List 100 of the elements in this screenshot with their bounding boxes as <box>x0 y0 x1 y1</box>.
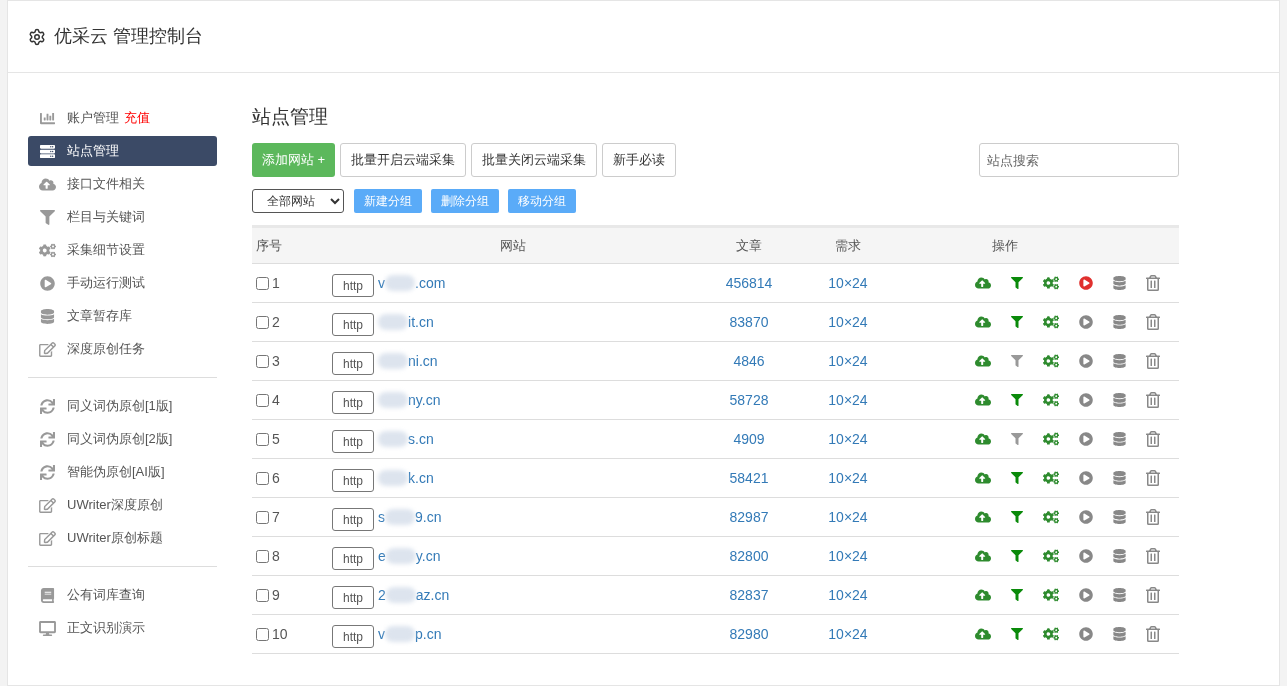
funnel-icon[interactable] <box>1011 472 1023 484</box>
funnel-icon[interactable] <box>1011 394 1023 406</box>
trash-icon[interactable] <box>1146 626 1160 642</box>
gears-icon[interactable] <box>1043 510 1059 524</box>
trash-icon[interactable] <box>1146 470 1160 486</box>
site-domain-end[interactable]: .com <box>415 272 446 294</box>
protocol-tag[interactable]: http <box>332 351 374 375</box>
group-select[interactable]: 全部网站 <box>252 189 344 213</box>
sidebar-item[interactable]: 智能伪原创[AI版] <box>28 457 217 487</box>
gears-icon[interactable] <box>1043 315 1059 329</box>
site-domain-end[interactable]: y.cn <box>415 545 441 567</box>
database-icon[interactable] <box>1113 276 1126 290</box>
protocol-tag[interactable]: http <box>332 429 374 453</box>
search-field[interactable]: 站点搜索 <box>979 143 1179 177</box>
trash-icon[interactable] <box>1146 587 1160 603</box>
sidebar-item[interactable]: 深度原创任务 <box>28 334 217 364</box>
cloud-upload-icon[interactable] <box>975 471 991 485</box>
funnel-icon[interactable] <box>1011 277 1023 289</box>
toolbar-button[interactable]: 新手必读 <box>602 143 677 177</box>
gears-icon[interactable] <box>1043 471 1059 485</box>
gears-icon[interactable] <box>1043 276 1059 290</box>
database-icon[interactable] <box>1113 432 1126 446</box>
funnel-icon[interactable] <box>1011 316 1023 328</box>
play-icon[interactable] <box>1079 549 1093 563</box>
site-domain-start[interactable]: s <box>378 506 385 528</box>
play-icon[interactable] <box>1079 432 1093 446</box>
gears-icon[interactable] <box>1043 432 1059 446</box>
funnel-icon[interactable] <box>1011 550 1023 562</box>
database-icon[interactable] <box>1113 588 1126 602</box>
sidebar-item[interactable]: 文章暂存库 <box>28 301 217 331</box>
protocol-tag[interactable]: http <box>332 312 374 336</box>
funnel-icon[interactable] <box>1011 589 1023 601</box>
gears-icon[interactable] <box>1043 588 1059 602</box>
gears-icon[interactable] <box>1043 354 1059 368</box>
row-checkbox[interactable] <box>256 510 269 524</box>
row-checkbox[interactable] <box>256 627 269 641</box>
database-icon[interactable] <box>1113 549 1126 563</box>
play-icon[interactable] <box>1079 510 1093 524</box>
protocol-tag[interactable]: http <box>332 585 374 609</box>
sidebar-item[interactable]: 接口文件相关 <box>28 169 217 199</box>
funnel-icon[interactable] <box>1011 511 1023 523</box>
sidebar-item[interactable]: 采集细节设置 <box>28 235 217 265</box>
recharge-link[interactable]: 充值 <box>124 108 150 128</box>
database-icon[interactable] <box>1113 354 1126 368</box>
database-icon[interactable] <box>1113 627 1126 641</box>
trash-icon[interactable] <box>1146 275 1160 291</box>
database-icon[interactable] <box>1113 471 1126 485</box>
protocol-tag[interactable]: http <box>332 390 374 414</box>
trash-icon[interactable] <box>1146 314 1160 330</box>
row-checkbox[interactable] <box>256 588 269 602</box>
protocol-tag[interactable]: http <box>332 273 374 297</box>
cloud-upload-icon[interactable] <box>975 354 991 368</box>
database-icon[interactable] <box>1113 393 1126 407</box>
sidebar-item[interactable]: 站点管理 <box>28 136 217 166</box>
play-icon[interactable] <box>1079 588 1093 602</box>
sidebar-item[interactable]: 账户管理 充值 <box>28 103 217 133</box>
gears-icon[interactable] <box>1043 393 1059 407</box>
site-domain-start[interactable]: v <box>378 623 385 645</box>
sidebar-item[interactable]: UWriter深度原创 <box>28 490 217 520</box>
sidebar-item[interactable]: UWriter原创标题 <box>28 523 217 553</box>
funnel-icon[interactable] <box>1011 628 1023 640</box>
site-domain-end[interactable]: s.cn <box>408 428 434 450</box>
funnel-icon[interactable] <box>1011 433 1023 445</box>
row-checkbox[interactable] <box>256 549 269 563</box>
row-checkbox[interactable] <box>256 471 269 485</box>
trash-icon[interactable] <box>1146 509 1160 525</box>
cloud-upload-icon[interactable] <box>975 627 991 641</box>
sidebar-item[interactable]: 公有词库查询 <box>28 580 217 610</box>
sidebar-item[interactable]: 正文识别演示 <box>28 613 217 643</box>
cloud-upload-icon[interactable] <box>975 432 991 446</box>
site-domain-start[interactable]: 2 <box>378 584 386 606</box>
cloud-upload-icon[interactable] <box>975 393 991 407</box>
trash-icon[interactable] <box>1146 431 1160 447</box>
gears-icon[interactable] <box>1043 627 1059 641</box>
play-icon[interactable] <box>1079 471 1093 485</box>
cloud-upload-icon[interactable] <box>975 315 991 329</box>
cloud-upload-icon[interactable] <box>975 510 991 524</box>
trash-icon[interactable] <box>1146 548 1160 564</box>
protocol-tag[interactable]: http <box>332 624 374 648</box>
site-domain-end[interactable]: it.cn <box>408 311 434 333</box>
protocol-tag[interactable]: http <box>332 507 374 531</box>
play-icon[interactable] <box>1079 276 1093 290</box>
cloud-upload-icon[interactable] <box>975 276 991 290</box>
sidebar-item[interactable]: 栏目与关键词 <box>28 202 217 232</box>
play-icon[interactable] <box>1079 627 1093 641</box>
row-checkbox[interactable] <box>256 393 269 407</box>
play-icon[interactable] <box>1079 315 1093 329</box>
protocol-tag[interactable]: http <box>332 546 374 570</box>
row-checkbox[interactable] <box>256 315 269 329</box>
play-icon[interactable] <box>1079 354 1093 368</box>
trash-icon[interactable] <box>1146 353 1160 369</box>
row-checkbox[interactable] <box>256 354 269 368</box>
trash-icon[interactable] <box>1146 392 1160 408</box>
play-icon[interactable] <box>1079 393 1093 407</box>
gears-icon[interactable] <box>1043 549 1059 563</box>
row-checkbox[interactable] <box>256 276 269 290</box>
sidebar-item[interactable]: 同义词伪原创[2版] <box>28 424 217 454</box>
row-checkbox[interactable] <box>256 432 269 446</box>
protocol-tag[interactable]: http <box>332 468 374 492</box>
site-domain-end[interactable]: ni.cn <box>408 350 438 372</box>
